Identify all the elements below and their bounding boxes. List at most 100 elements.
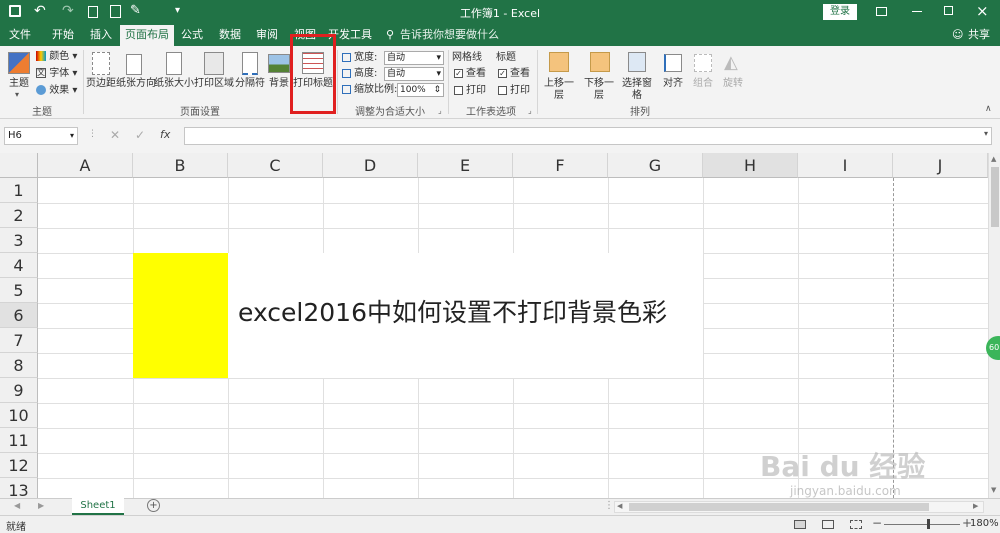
add-sheet-icon[interactable]: +	[147, 499, 160, 512]
zoom-slider-thumb[interactable]	[927, 519, 930, 529]
zoom-out-icon[interactable]: −	[872, 516, 882, 530]
spinner-icon[interactable]: ⇕	[433, 84, 441, 96]
copy-icon[interactable]	[88, 6, 98, 18]
enter-icon[interactable]: ✓	[135, 128, 145, 142]
chevron-down-icon[interactable]: ▾	[984, 129, 988, 138]
ribbon-display-icon[interactable]	[876, 7, 887, 16]
row-header[interactable]: 2	[0, 203, 38, 228]
page-layout-view-icon[interactable]	[822, 520, 834, 529]
size-button[interactable]: 纸张大小	[154, 78, 194, 90]
row-header[interactable]: 10	[0, 403, 38, 428]
vertical-scrollbar[interactable]: ▲ ▼	[988, 153, 1000, 498]
column-header[interactable]: A	[38, 153, 133, 178]
row-header[interactable]: 8	[0, 353, 38, 378]
gridlines-print-checkbox[interactable]: 打印	[454, 84, 486, 98]
close-icon[interactable]: ×	[976, 2, 989, 20]
fonts-button[interactable]: 文 字体 ▾	[36, 67, 77, 81]
scroll-left-icon[interactable]: ◀	[617, 502, 622, 510]
print-preview-icon[interactable]	[110, 5, 121, 18]
sheet-tab[interactable]: Sheet1	[72, 498, 124, 515]
background-button[interactable]: 背景	[266, 78, 292, 90]
colors-button[interactable]: 颜色 ▾	[36, 50, 77, 64]
scale-input[interactable]: 100% ⇕	[397, 83, 444, 97]
print-area-button[interactable]: 打印区域	[194, 78, 234, 90]
selection-pane-button[interactable]: 选择窗格	[618, 78, 656, 102]
redo-icon[interactable]: ↷	[62, 3, 74, 19]
row-header[interactable]: 9	[0, 378, 38, 403]
row-header[interactable]: 6	[0, 303, 38, 328]
zoom-level[interactable]: 180%	[970, 518, 999, 529]
minimize-icon[interactable]	[912, 11, 922, 12]
row-header[interactable]: 13	[0, 478, 38, 498]
qat-customize-icon[interactable]: ▾	[175, 5, 180, 16]
height-select[interactable]: 自动 ▾	[384, 67, 444, 81]
select-all-corner[interactable]	[0, 153, 38, 178]
group-button[interactable]: 组合	[690, 78, 716, 90]
effects-button[interactable]: 效果 ▾	[36, 84, 77, 98]
column-header[interactable]: E	[418, 153, 513, 178]
save-icon[interactable]	[9, 5, 21, 17]
column-header[interactable]: C	[228, 153, 323, 178]
page-break-view-icon[interactable]	[850, 520, 862, 529]
undo-icon[interactable]: ↶	[34, 3, 46, 19]
sheet-next-icon[interactable]: ▶	[38, 501, 44, 510]
scroll-down-icon[interactable]: ▼	[991, 486, 996, 494]
scroll-right-icon[interactable]: ▶	[973, 502, 978, 510]
tab-file[interactable]: 文件	[2, 25, 38, 46]
tab-data[interactable]: 数据	[214, 25, 246, 46]
login-button[interactable]: 登录	[823, 4, 857, 20]
scroll-thumb[interactable]	[629, 503, 929, 511]
column-header[interactable]: D	[323, 153, 418, 178]
row-header[interactable]: 4	[0, 253, 38, 278]
breaks-button[interactable]: 分隔符	[233, 78, 267, 90]
row-header[interactable]: 11	[0, 428, 38, 453]
gridlines-view-checkbox[interactable]: ✓ 查看	[454, 67, 486, 81]
cancel-icon[interactable]: ✕	[110, 128, 120, 142]
horizontal-scrollbar[interactable]: ◀ ▶	[614, 501, 984, 513]
worksheet-grid[interactable]: A B C D E F G H I J 1 2 3 4 5 6 7 8 9 10…	[0, 153, 1000, 498]
tab-page-layout[interactable]: 页面布局	[120, 25, 174, 46]
restore-icon[interactable]	[944, 6, 953, 15]
bring-forward-button[interactable]: 上移一层	[540, 78, 578, 102]
rotate-button[interactable]: 旋转	[720, 78, 746, 90]
align-button[interactable]: 对齐	[659, 78, 687, 90]
theme-button[interactable]: 主题	[4, 78, 34, 90]
collapse-ribbon-icon[interactable]: ∧	[985, 104, 992, 114]
tell-me-input[interactable]: 告诉我你想要做什么	[400, 25, 560, 46]
column-header[interactable]: G	[608, 153, 703, 178]
row-header[interactable]: 7	[0, 328, 38, 353]
name-box[interactable]: H6 ▾	[4, 127, 78, 145]
headings-view-checkbox[interactable]: ✓ 查看	[498, 67, 530, 81]
dialog-launcher-icon[interactable]: ⌟	[528, 106, 532, 115]
headings-print-checkbox[interactable]: 打印	[498, 84, 530, 98]
dialog-launcher-icon[interactable]: ⌟	[438, 106, 442, 115]
row-header[interactable]: 12	[0, 453, 38, 478]
sheet-prev-icon[interactable]: ◀	[14, 501, 20, 510]
format-painter-icon[interactable]: ✎	[130, 3, 141, 18]
column-header[interactable]: H	[703, 153, 798, 178]
orientation-button[interactable]: 纸张方向	[116, 78, 156, 90]
selection-pane-icon	[628, 52, 646, 72]
insert-function-icon[interactable]: fx	[160, 128, 170, 141]
share-button[interactable]: 共享	[962, 25, 996, 46]
row-header[interactable]: 3	[0, 228, 38, 253]
scroll-thumb[interactable]	[991, 167, 999, 227]
normal-view-icon[interactable]	[794, 520, 806, 529]
tab-home[interactable]: 开始	[46, 25, 80, 46]
column-header[interactable]: J	[893, 153, 988, 178]
tab-formulas[interactable]: 公式	[177, 25, 207, 46]
zoom-slider[interactable]	[884, 519, 960, 529]
column-header[interactable]: B	[133, 153, 228, 178]
formula-input[interactable]	[184, 127, 992, 145]
margins-button[interactable]: 页边距	[84, 78, 118, 90]
column-header[interactable]: F	[513, 153, 608, 178]
column-header[interactable]: I	[798, 153, 893, 178]
row-header[interactable]: 5	[0, 278, 38, 303]
tab-review[interactable]: 审阅	[252, 25, 282, 46]
send-backward-button[interactable]: 下移一层	[580, 78, 618, 102]
yellow-filled-cell[interactable]	[133, 253, 228, 378]
row-header[interactable]: 1	[0, 178, 38, 203]
tab-insert[interactable]: 插入	[84, 25, 118, 46]
width-select[interactable]: 自动 ▾	[384, 51, 444, 65]
scroll-up-icon[interactable]: ▲	[991, 155, 996, 163]
